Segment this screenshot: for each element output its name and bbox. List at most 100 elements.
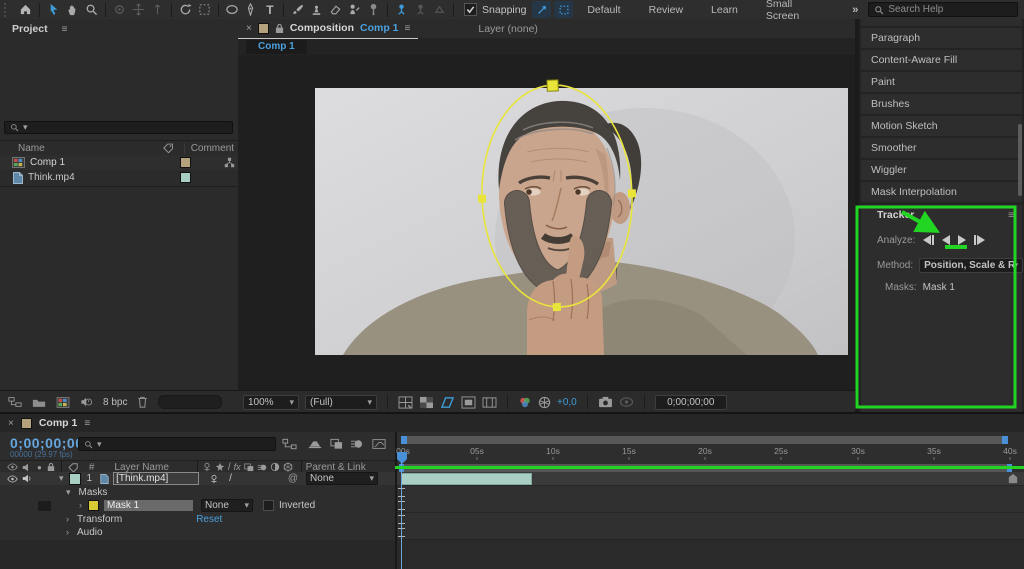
sidebar-item-paint[interactable]: Paint <box>861 72 1022 92</box>
layer-twirl[interactable]: ▾ <box>59 474 64 483</box>
method-select[interactable]: Position, Scale & Rot... ▾ <box>919 258 1023 273</box>
column-comment[interactable]: Comment <box>184 143 234 154</box>
snapping-checkbox[interactable] <box>464 3 477 16</box>
snapping-control[interactable]: Snapping <box>464 3 526 16</box>
comp-mini-flowchart-icon[interactable] <box>282 438 297 450</box>
sidebar-scrollbar[interactable] <box>1018 124 1022 196</box>
orbit-camera-icon[interactable] <box>110 1 129 18</box>
frame-blending-icon[interactable] <box>330 438 343 450</box>
group-twirl[interactable]: ▾ <box>66 488 71 497</box>
brush-tool-icon[interactable] <box>288 1 307 18</box>
draft-3d-icon[interactable] <box>308 438 322 450</box>
mask-name[interactable]: Mask 1 <box>104 500 193 511</box>
exposure-value[interactable]: +0,0 <box>557 397 577 408</box>
comp-timecode[interactable]: 0;00;00;00 <box>655 395 727 410</box>
mask-twirl[interactable]: › <box>79 501 82 510</box>
puppet-starch-pin-icon[interactable] <box>411 1 430 18</box>
project-settings-icon[interactable] <box>80 396 93 408</box>
sidebar-item-paragraph[interactable]: Paragraph <box>861 28 1022 48</box>
close-icon[interactable]: × <box>8 418 14 429</box>
tracker-title[interactable]: Tracker <box>877 209 914 221</box>
exposure-icon[interactable] <box>538 396 551 409</box>
snap-to-edges-icon[interactable] <box>532 1 551 18</box>
sidebar-item-wiggler[interactable]: Wiggler <box>861 160 1022 180</box>
panel-gutter[interactable] <box>855 19 859 412</box>
analyze-one-frame-backward-button[interactable] <box>923 235 934 245</box>
camera-region-icon[interactable] <box>195 1 214 18</box>
lock-column-icon[interactable] <box>47 462 55 472</box>
close-icon[interactable]: × <box>246 23 252 34</box>
mask-color-swatch[interactable] <box>88 500 99 511</box>
mask-visibility-icon[interactable] <box>440 396 455 409</box>
roto-brush-tool-icon[interactable] <box>345 1 364 18</box>
transform-twirl[interactable]: › <box>66 515 69 524</box>
sidebar-item-motion-sketch[interactable]: Motion Sketch <box>861 116 1022 136</box>
workspace-tab-review[interactable]: Review <box>635 4 697 16</box>
eye-column-icon[interactable] <box>7 463 18 471</box>
project-item-footage[interactable]: Think.mp4 <box>0 170 238 185</box>
project-search-input[interactable]: ▾ <box>4 121 233 134</box>
rotate-tool-icon[interactable] <box>176 1 195 18</box>
layer-name-column-label[interactable]: Layer Name <box>114 462 168 473</box>
type-tool-icon[interactable]: T <box>260 1 279 18</box>
timeline-zoom-scrollbar[interactable] <box>401 436 1008 444</box>
layer-quality-switch[interactable]: / <box>229 473 232 484</box>
masks-group-row[interactable]: ▾ Masks <box>0 486 395 499</box>
resolution-select[interactable]: (Full)▾ <box>305 395 377 410</box>
solo-column-icon[interactable]: ● <box>37 463 42 472</box>
channel-rgb-icon[interactable] <box>518 396 532 409</box>
zoom-handle-left[interactable] <box>401 436 407 444</box>
work-area-bar[interactable] <box>399 464 1012 472</box>
label-column-icon[interactable] <box>68 463 79 472</box>
color-depth-label[interactable]: 8 bpc <box>103 397 127 408</box>
transparency-grid-icon[interactable] <box>419 396 434 409</box>
sidebar-item-content-aware-fill[interactable]: Content-Aware Fill <box>861 50 1022 70</box>
panel-menu-icon[interactable]: ≡ <box>62 24 68 35</box>
layer-row-think[interactable]: ▾ 1 [Think.mp4] / @ None▾ <box>0 472 395 485</box>
project-tab-label[interactable]: Project <box>12 23 48 35</box>
zoom-tool-icon[interactable] <box>82 1 101 18</box>
timeline-search-input[interactable]: ▾ <box>78 437 276 451</box>
audio-twirl[interactable]: › <box>66 528 69 537</box>
mask1-row[interactable]: › Mask 1 None▾ Inverted <box>0 499 395 512</box>
audio-row[interactable]: › Audio <box>0 526 395 539</box>
grid-guides-icon[interactable] <box>398 396 413 409</box>
layer-label-swatch[interactable] <box>69 473 81 485</box>
clone-stamp-tool-icon[interactable] <box>307 1 326 18</box>
track-options-icon[interactable] <box>1008 473 1018 484</box>
workspace-overflow-chevron[interactable]: » <box>842 4 868 16</box>
inverted-checkbox[interactable] <box>263 500 274 511</box>
new-composition-icon[interactable] <box>56 397 70 408</box>
layer-viewer-tab[interactable]: Layer (none) <box>478 23 538 35</box>
home-icon[interactable] <box>16 1 35 18</box>
composition-viewer-tab[interactable]: × Composition Comp 1 ≡ <box>238 19 418 39</box>
dolly-camera-icon[interactable] <box>148 1 167 18</box>
zoom-handle-right[interactable] <box>1002 436 1008 444</box>
pixel-aspect-icon[interactable] <box>482 396 497 409</box>
snap-to-features-icon[interactable] <box>554 1 573 18</box>
motion-blur-icon[interactable] <box>350 438 363 450</box>
graph-editor-icon[interactable] <box>372 438 386 450</box>
timeline-tab-name[interactable]: Comp 1 <box>39 417 78 429</box>
layer-anchor-switch[interactable] <box>209 474 219 484</box>
show-snapshot-icon[interactable] <box>619 396 634 408</box>
parent-pickwhip-icon[interactable]: @ <box>288 473 298 484</box>
workspace-tab-default[interactable]: Default <box>573 4 634 16</box>
puppet-pin-tool-icon[interactable] <box>364 1 383 18</box>
search-options-chevron[interactable]: ▾ <box>23 123 28 132</box>
column-name[interactable]: Name <box>0 143 45 154</box>
panel-menu-icon[interactable]: ≡ <box>84 418 90 429</box>
analyze-forward-button[interactable] <box>958 235 966 245</box>
analyze-one-frame-forward-button[interactable] <box>974 235 985 245</box>
lock-icon[interactable] <box>275 23 284 34</box>
pan-camera-icon[interactable] <box>129 1 148 18</box>
layer-eye-icon[interactable] <box>7 475 18 483</box>
audio-column-icon[interactable] <box>22 463 31 472</box>
help-search-input[interactable]: Search Help <box>868 2 1018 17</box>
transform-reset-link[interactable]: Reset <box>196 514 222 525</box>
new-folder-icon[interactable] <box>32 397 46 408</box>
shape-ellipse-tool-icon[interactable] <box>223 1 242 18</box>
work-area-end-handle[interactable] <box>1007 464 1012 472</box>
region-of-interest-icon[interactable] <box>461 396 476 409</box>
mask-lock-cell[interactable] <box>38 501 51 511</box>
